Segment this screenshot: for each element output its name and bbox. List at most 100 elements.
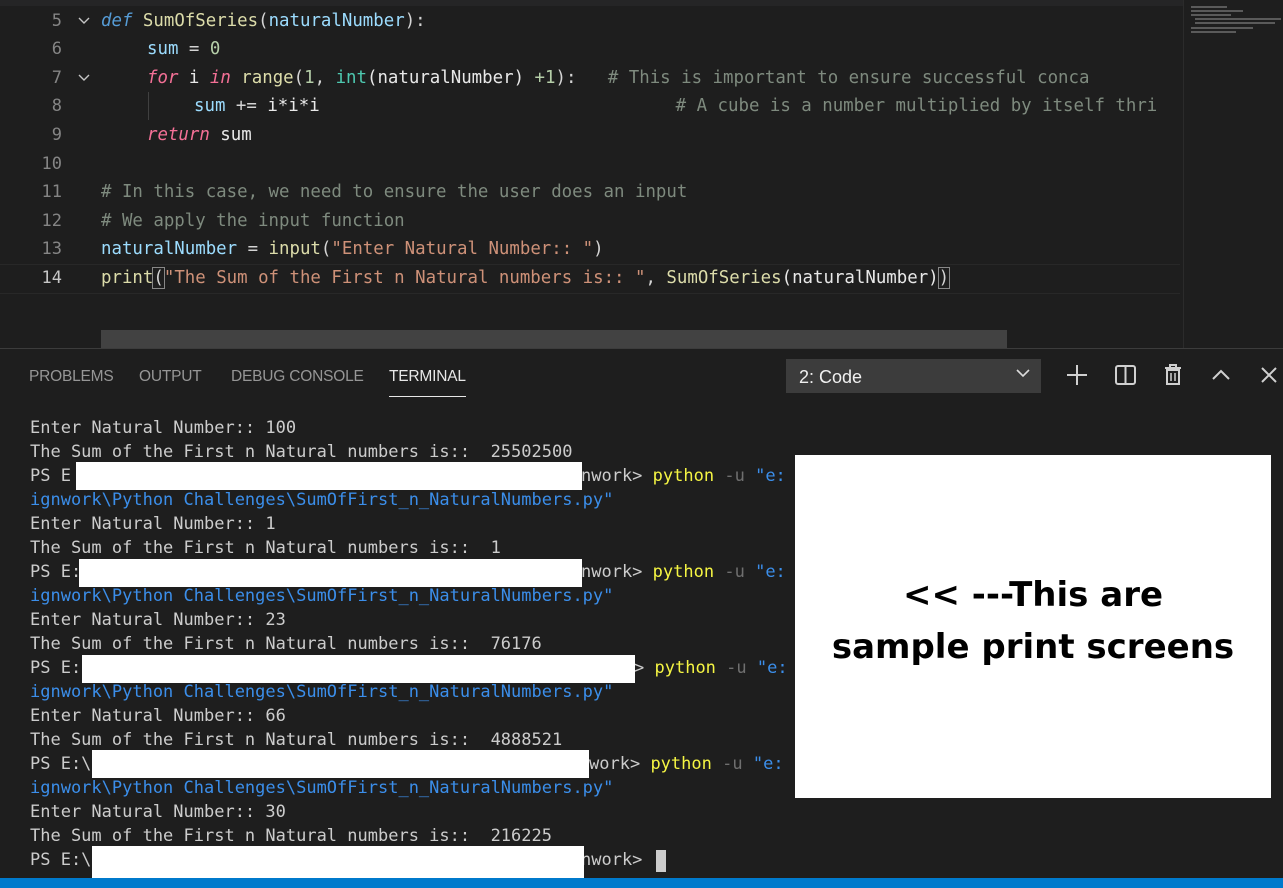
minimap-line: [1191, 10, 1243, 12]
line-number: 12: [41, 211, 62, 231]
minimap-line: [1191, 31, 1236, 33]
line-number: 6: [51, 39, 62, 59]
redaction-box: [92, 750, 589, 778]
code-line-7[interactable]: 7 for i in range(1, int(naturalNumber) +…: [0, 64, 1180, 92]
tab-debug-console[interactable]: DEBUG CONSOLE: [231, 368, 364, 386]
token: (naturalNumber): [781, 268, 939, 288]
line-number: 14: [41, 268, 62, 288]
terminal-select-value: 2: Code: [799, 367, 863, 387]
token: 1: [304, 68, 315, 88]
prompt-ps: PS E:: [30, 658, 82, 678]
fold-chevron-icon[interactable]: [74, 7, 94, 35]
code-line-10[interactable]: 10: [0, 150, 1180, 178]
trash-icon[interactable]: [1160, 362, 1186, 388]
redaction-box: [92, 846, 584, 878]
redaction-box: [76, 462, 582, 490]
command-flag: -u: [726, 658, 747, 678]
token: i*i*i: [267, 96, 320, 116]
prompt-ps: PS E:\: [30, 754, 92, 774]
tab-output[interactable]: OUTPUT: [139, 368, 202, 386]
python-command: python: [652, 466, 715, 486]
token: (: [320, 239, 332, 259]
code-line-5[interactable]: 5 def SumOfSeries(naturalNumber):: [0, 7, 1180, 35]
token: in: [209, 68, 231, 88]
fold-chevron-icon[interactable]: [74, 64, 94, 92]
minimap[interactable]: [1183, 0, 1283, 348]
terminal-prompt-tail: > python -u "e:: [634, 656, 788, 680]
token: (naturalNumber): [366, 68, 535, 88]
code-line-11[interactable]: 11 # In this case, we need to ensure the…: [0, 178, 1180, 206]
command-path: "e:: [752, 754, 784, 774]
token: ): [593, 239, 604, 259]
token: SumOfSeries: [666, 268, 782, 288]
terminal-path-line: ignwork\Python Challenges\SumOfFirst_n_N…: [30, 490, 614, 510]
chevron-down-icon: [1015, 365, 1031, 381]
token: naturalNumber: [268, 11, 405, 31]
tab-problems[interactable]: PROBLEMS: [29, 368, 114, 386]
terminal-line: The Sum of the First n Natural numbers i…: [30, 634, 542, 654]
redaction-box: [79, 559, 582, 587]
prompt-ps: PS E: [30, 466, 71, 486]
command-flag: -u: [724, 466, 745, 486]
code-line-6[interactable]: 6 sum = 0: [0, 35, 1180, 63]
command-flag: -u: [722, 754, 743, 774]
prompt-ps: PS E:\: [30, 850, 92, 870]
token: return: [147, 125, 210, 145]
tab-terminal[interactable]: TERMINAL: [389, 368, 466, 386]
prompt-tail: nwork>: [581, 562, 643, 582]
prompt-tail: nwork>: [581, 850, 643, 870]
split-terminal-icon[interactable]: [1113, 362, 1139, 388]
code-line-8[interactable]: 8 sum += i*i*i # A cube is a number mult…: [0, 92, 1180, 120]
token: sum: [209, 125, 252, 145]
prompt-tail: nwork>: [581, 466, 643, 486]
terminal-line: Enter Natural Number:: 1: [30, 514, 276, 534]
maximize-panel-chevron-up-icon[interactable]: [1208, 362, 1234, 388]
terminal-select-dropdown[interactable]: 2: Code: [786, 359, 1041, 393]
terminal-prompt-tail: work> python -u "e:: [589, 752, 784, 776]
horizontal-scrollbar[interactable]: [101, 330, 1007, 348]
comment: # We apply the input function: [101, 211, 405, 231]
python-command: python: [654, 658, 716, 678]
new-terminal-plus-icon[interactable]: [1064, 362, 1090, 388]
token: sum: [147, 39, 179, 59]
token: (: [293, 68, 305, 88]
command-flag: -u: [724, 562, 745, 582]
terminal-line: The Sum of the First n Natural numbers i…: [30, 442, 573, 462]
terminal-prompt-line: PS E:\: [30, 848, 91, 872]
terminal-line: Enter Natural Number:: 66: [30, 706, 286, 726]
terminal-path-line: ignwork\Python Challenges\SumOfFirst_n_N…: [30, 586, 614, 606]
annotation-line-1: << ---This are: [902, 575, 1164, 615]
token: =: [178, 39, 210, 59]
prompt-tail: work>: [589, 754, 641, 774]
comment: # This is important to ensure successful…: [576, 68, 1090, 88]
token: for: [147, 68, 179, 88]
token: "The Sum of the First n Natural numbers …: [163, 268, 646, 288]
terminal-line: Enter Natural Number:: 23: [30, 610, 286, 630]
code-line-12[interactable]: 12 # We apply the input function: [0, 207, 1180, 235]
code-editor[interactable]: 5 def SumOfSeries(naturalNumber): 6 sum …: [0, 0, 1283, 348]
code-line-9[interactable]: 9 return sum: [0, 121, 1180, 149]
terminal-prompt-line: PS E: [30, 464, 71, 488]
code-line-14[interactable]: 14 print("The Sum of the First n Natural…: [0, 264, 1180, 292]
terminal-line: Enter Natural Number:: 100: [30, 418, 297, 438]
token: def: [101, 11, 133, 31]
terminal-prompt-tail: nwork> python -u "e:: [581, 464, 786, 488]
minimap-line: [1195, 18, 1281, 20]
minimap-line: [1191, 14, 1231, 16]
code-line-13[interactable]: 13 naturalNumber = input("Enter Natural …: [0, 235, 1180, 263]
status-bar: [0, 878, 1283, 888]
editor-tab-strip: [0, 0, 1283, 6]
token: i: [178, 68, 210, 88]
terminal-prompt-tail: nwork>: [581, 848, 642, 872]
minimap-line: [1195, 22, 1275, 24]
token: (: [152, 267, 165, 289]
terminal-cursor: [656, 850, 666, 872]
annotation-line-2: sample print screens: [831, 627, 1235, 667]
close-icon[interactable]: [1256, 362, 1282, 388]
token: ):: [404, 11, 426, 31]
token: SumOfSeries: [142, 11, 259, 31]
token: +1: [534, 68, 556, 88]
comment: # In this case, we need to ensure the us…: [101, 182, 688, 202]
terminal-line: The Sum of the First n Natural numbers i…: [30, 538, 501, 558]
